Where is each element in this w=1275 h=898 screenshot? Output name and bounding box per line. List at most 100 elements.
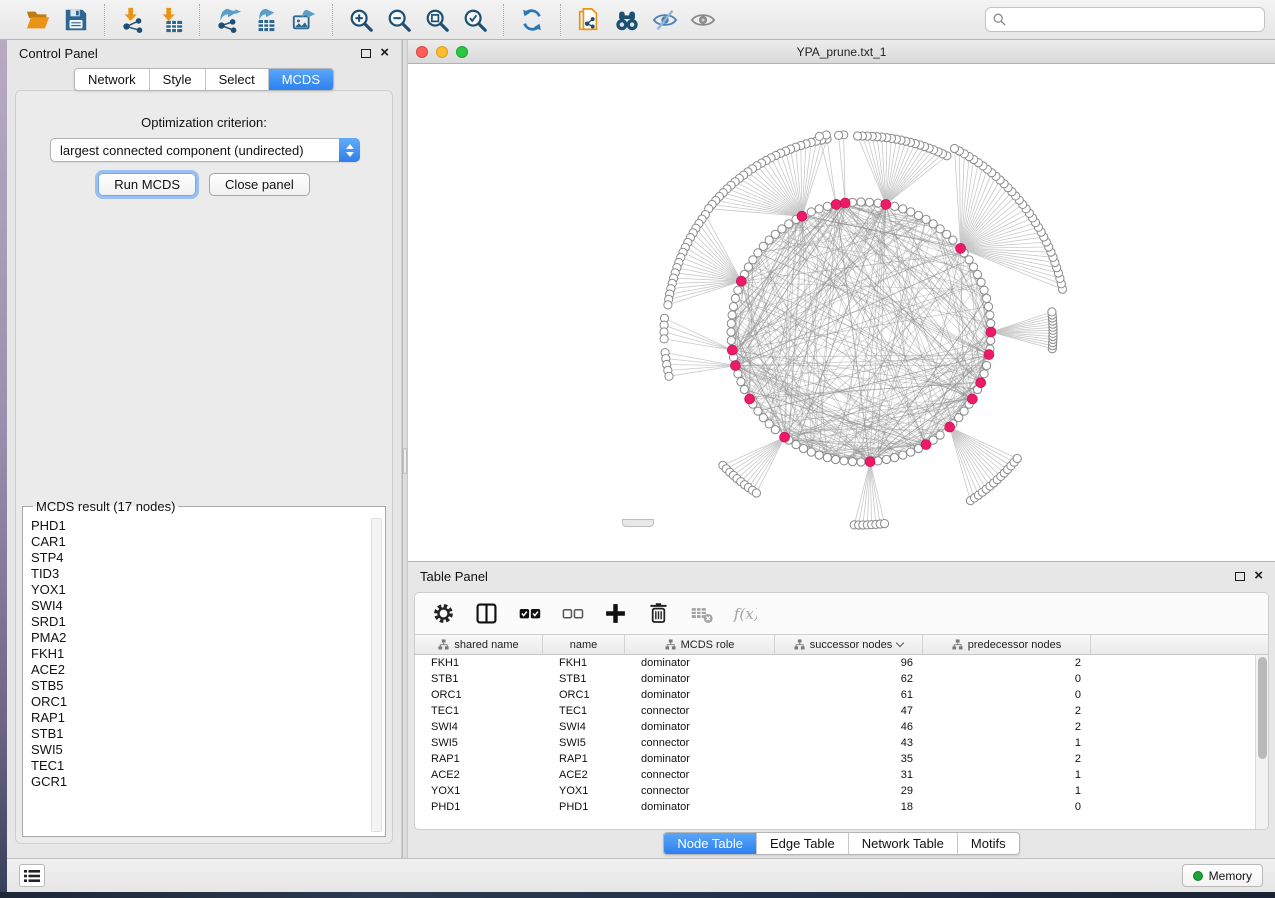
close-panel-button[interactable]: Close panel bbox=[209, 173, 310, 196]
memory-button[interactable]: Memory bbox=[1182, 864, 1263, 887]
export-image-button[interactable] bbox=[285, 5, 323, 35]
table-row-TEC1[interactable]: TEC1TEC1connector472 bbox=[415, 703, 1255, 719]
tab-select[interactable]: Select bbox=[205, 69, 268, 90]
search-icon bbox=[993, 13, 1006, 26]
memory-status-icon bbox=[1193, 871, 1203, 881]
cell-successor_nodes: 35 bbox=[775, 753, 923, 765]
mcds-result-item[interactable]: STP4 bbox=[31, 550, 385, 566]
search-network-button[interactable] bbox=[608, 5, 646, 35]
zoom-fit-button[interactable] bbox=[418, 5, 456, 35]
run-mcds-button[interactable]: Run MCDS bbox=[98, 173, 196, 196]
column-header-shared-name[interactable]: shared name bbox=[415, 635, 543, 654]
mcds-result-item[interactable]: GCR1 bbox=[31, 774, 385, 790]
cell-mcds_role: dominator bbox=[625, 801, 775, 813]
optimization-criterion-select[interactable]: largest connected component (undirected) bbox=[50, 138, 360, 162]
tab-network[interactable]: Network bbox=[75, 69, 149, 90]
mcds-result-item[interactable]: FKH1 bbox=[31, 646, 385, 662]
cell-successor_nodes: 29 bbox=[775, 785, 923, 797]
mcds-result-item[interactable]: ORC1 bbox=[31, 694, 385, 710]
cell-name: ORC1 bbox=[543, 689, 625, 701]
export-network-icon bbox=[215, 7, 241, 33]
tab-node-table[interactable]: Node Table bbox=[664, 833, 756, 854]
mcds-result-item[interactable]: YOX1 bbox=[31, 582, 385, 598]
show-details-toggle-button[interactable] bbox=[684, 5, 722, 35]
sort-desc-icon bbox=[896, 639, 904, 647]
zoom-out-button[interactable] bbox=[380, 5, 418, 35]
tab-edge-table[interactable]: Edge Table bbox=[756, 833, 848, 854]
cell-mcds_role: dominator bbox=[625, 753, 775, 765]
table-row-ORC1[interactable]: ORC1ORC1dominator610 bbox=[415, 687, 1255, 703]
mcds-result-item[interactable]: STB1 bbox=[31, 726, 385, 742]
zoom-selected-icon bbox=[462, 7, 488, 33]
network-view-window: YPA_prune.txt_1 bbox=[408, 40, 1275, 561]
mcds-result-item[interactable]: CAR1 bbox=[31, 534, 385, 550]
import-network-button[interactable] bbox=[114, 5, 152, 35]
column-header-name[interactable]: name bbox=[543, 635, 625, 654]
mcds-result-item[interactable]: PHD1 bbox=[31, 518, 385, 534]
cell-name: STB1 bbox=[543, 673, 625, 685]
hide-details-toggle-button[interactable] bbox=[646, 5, 684, 35]
table-row-ACE2[interactable]: ACE2ACE2connector311 bbox=[415, 767, 1255, 783]
table-row-STB1[interactable]: STB1STB1dominator620 bbox=[415, 671, 1255, 687]
column-header-predecessor-nodes[interactable]: predecessor nodes bbox=[923, 635, 1091, 654]
select-all-rows-button[interactable] bbox=[513, 599, 546, 628]
open-file-button[interactable] bbox=[19, 5, 57, 35]
save-session-button[interactable] bbox=[57, 5, 95, 35]
mcds-result-item[interactable]: ACE2 bbox=[31, 662, 385, 678]
cell-successor_nodes: 43 bbox=[775, 737, 923, 749]
cell-name: FKH1 bbox=[543, 657, 625, 669]
automation-panel-button[interactable] bbox=[19, 864, 45, 887]
table-settings-button[interactable] bbox=[427, 599, 460, 628]
svg-text:f(x): f(x) bbox=[733, 605, 757, 623]
network-canvas[interactable] bbox=[408, 64, 1275, 561]
deselect-all-rows-button[interactable] bbox=[556, 599, 589, 628]
share-network-document-button[interactable] bbox=[570, 5, 608, 35]
table-scrollbar[interactable] bbox=[1255, 655, 1268, 829]
zoom-selected-button[interactable] bbox=[456, 5, 494, 35]
search-input[interactable] bbox=[1011, 12, 1257, 28]
delete-rows-button[interactable] bbox=[642, 599, 675, 628]
export-network-button[interactable] bbox=[209, 5, 247, 35]
import-table-button[interactable] bbox=[152, 5, 190, 35]
mcds-result-item[interactable]: SRD1 bbox=[31, 614, 385, 630]
splitter-handle[interactable] bbox=[403, 448, 407, 474]
cell-shared_name: ORC1 bbox=[415, 689, 543, 701]
show-columns-button[interactable] bbox=[470, 599, 503, 628]
tab-style[interactable]: Style bbox=[149, 69, 205, 90]
mcds-result-item[interactable]: TEC1 bbox=[31, 758, 385, 774]
close-table-panel-icon[interactable]: × bbox=[1254, 571, 1263, 581]
table-row-SWI4[interactable]: SWI4SWI4dominator462 bbox=[415, 719, 1255, 735]
column-header-successor-nodes[interactable]: successor nodes bbox=[775, 635, 923, 654]
mcds-result-item[interactable]: RAP1 bbox=[31, 710, 385, 726]
table-row-FKH1[interactable]: FKH1FKH1dominator962 bbox=[415, 655, 1255, 671]
table-type-tabs: Node TableEdge TableNetwork TableMotifs bbox=[663, 832, 1019, 855]
mcds-result-item[interactable]: STB5 bbox=[31, 678, 385, 694]
horizontal-splitter-handle[interactable] bbox=[622, 519, 654, 527]
mcds-result-list: PHD1CAR1STP4TID3YOX1SWI4SRD1PMA2FKH1ACE2… bbox=[31, 518, 385, 790]
tab-network-table[interactable]: Network Table bbox=[848, 833, 957, 854]
mcds-result-item[interactable]: SWI4 bbox=[31, 598, 385, 614]
delete-table-icon bbox=[689, 601, 714, 626]
mcds-result-scrollbar[interactable] bbox=[371, 518, 382, 832]
table-scrollbar-thumb[interactable] bbox=[1258, 657, 1267, 759]
mcds-result-item[interactable]: TID3 bbox=[31, 566, 385, 582]
tab-motifs[interactable]: Motifs bbox=[957, 833, 1019, 854]
cell-mcds_role: connector bbox=[625, 785, 775, 797]
close-panel-icon[interactable]: × bbox=[380, 48, 389, 58]
table-row-YOX1[interactable]: YOX1YOX1connector291 bbox=[415, 783, 1255, 799]
add-row-button[interactable] bbox=[599, 599, 632, 628]
mcds-result-item[interactable]: PMA2 bbox=[31, 630, 385, 646]
mcds-result-item[interactable]: SWI5 bbox=[31, 742, 385, 758]
column-header-mcds-role[interactable]: MCDS role bbox=[625, 635, 775, 654]
table-row-RAP1[interactable]: RAP1RAP1dominator352 bbox=[415, 751, 1255, 767]
table-row-PHD1[interactable]: PHD1PHD1dominator180 bbox=[415, 799, 1255, 815]
zoom-in-button[interactable] bbox=[342, 5, 380, 35]
float-panel-icon[interactable] bbox=[361, 49, 371, 58]
tab-mcds[interactable]: MCDS bbox=[268, 69, 333, 90]
export-table-button[interactable] bbox=[247, 5, 285, 35]
table-row-SWI5[interactable]: SWI5SWI5connector431 bbox=[415, 735, 1255, 751]
toolbar-group bbox=[504, 4, 561, 36]
float-table-panel-icon[interactable] bbox=[1235, 572, 1245, 581]
refresh-view-button[interactable] bbox=[513, 5, 551, 35]
cell-mcds_role: connector bbox=[625, 737, 775, 749]
